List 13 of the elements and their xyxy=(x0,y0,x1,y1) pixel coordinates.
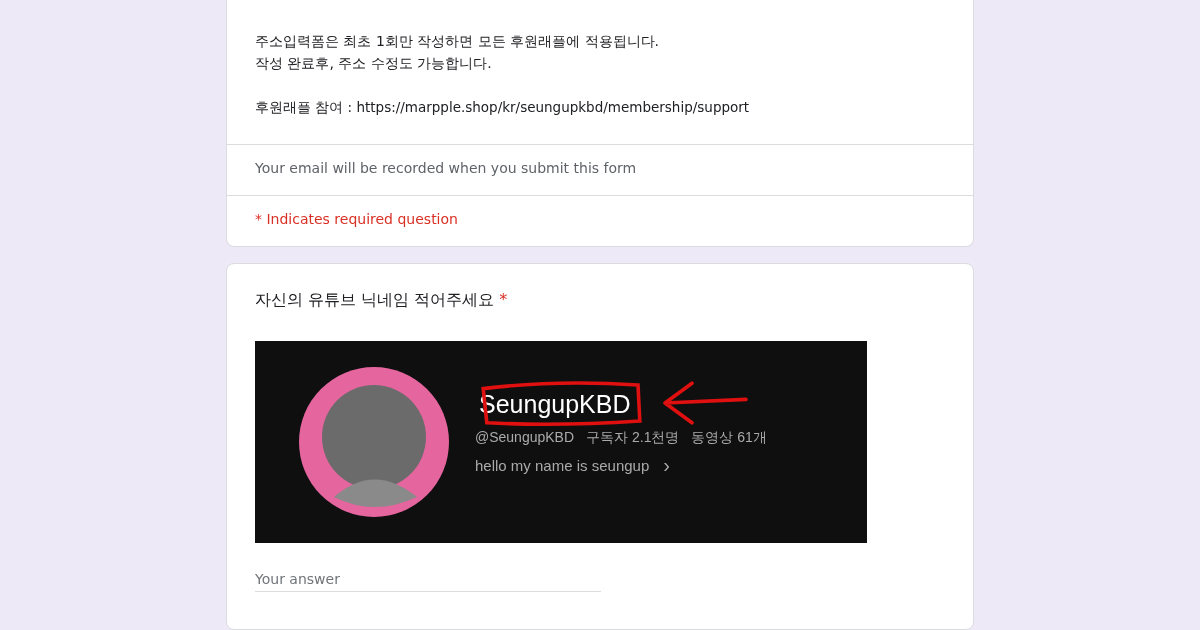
video-count: 동영상 61개 xyxy=(691,429,767,447)
avatar-icon xyxy=(299,367,449,517)
participation-text: 후원래플 참여 : https://marpple.shop/kr/seungupkbd/membership/support xyxy=(255,98,751,117)
description-text: 작성 완료후, 주소 수정도 가능합니다. xyxy=(255,54,493,73)
subscriber-count: 구독자 2.1천명 xyxy=(586,429,680,447)
channel-about: hello my name is seungup xyxy=(475,457,650,474)
required-notice: * Indicates required question xyxy=(255,211,458,227)
description-text: 주소입력폼은 최초 1회만 작성하면 모든 후원래플에 적용됩니다. xyxy=(255,32,661,51)
chevron-icon: › xyxy=(663,457,670,474)
channel-handle: @SeungupKBD xyxy=(475,429,575,447)
required-mark: * xyxy=(499,290,508,309)
question-title: 자신의 유튜브 닉네임 적어주세요 xyxy=(255,290,495,309)
email-notice: Your email will be recorded when you submit this form xyxy=(255,160,637,176)
